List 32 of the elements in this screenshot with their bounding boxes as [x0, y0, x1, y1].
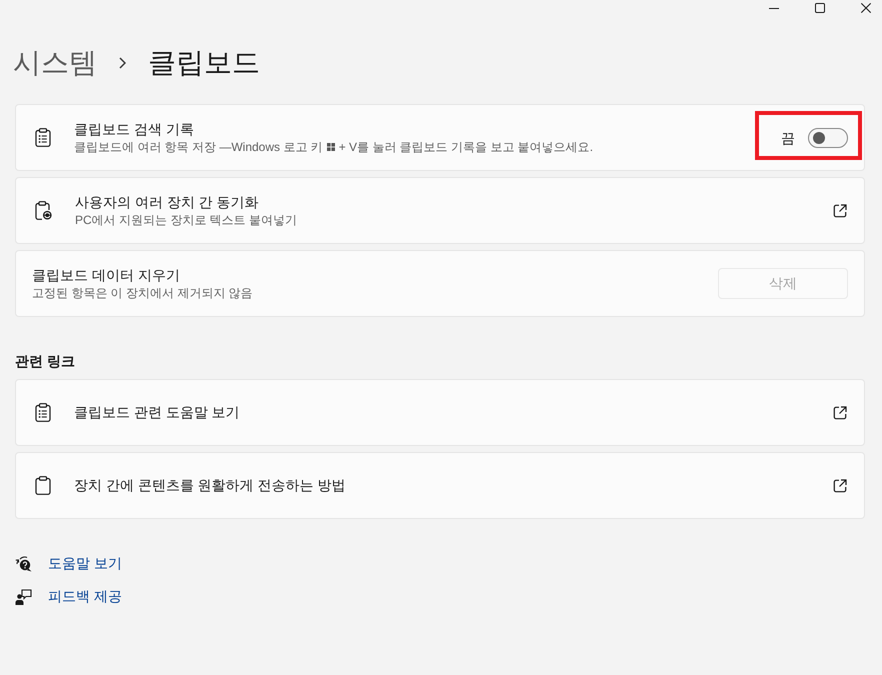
clipboard-list-icon — [35, 403, 51, 422]
external-link-icon — [833, 204, 847, 218]
setting-title: 사용자의 여러 장치 간 동기화 — [75, 193, 260, 212]
toggle-switch[interactable] — [808, 128, 848, 148]
link-title: 장치 간에 콘텐츠를 원활하게 전송하는 방법 — [74, 476, 346, 495]
clipboard-icon — [35, 476, 51, 495]
help-bubble-icon — [15, 556, 32, 572]
chevron-icon — [119, 57, 126, 69]
setting-description: + V를 눌러 클립보드 기록을 보고 붙여넣으세요. — [338, 139, 594, 155]
setting-description: 고정된 항목은 이 장치에서 제거되지 않음 — [32, 285, 253, 301]
footer-link[interactable]: 피드백 제공 — [48, 588, 122, 606]
windows-key-icon — [326, 143, 335, 151]
setting-title: 클립보드 데이터 지우기 — [32, 266, 181, 285]
footer-link[interactable]: 도움말 보기 — [48, 555, 122, 573]
setting-title: 클립보드 검색 기록 — [74, 120, 195, 139]
maximize-icon[interactable] — [815, 3, 825, 13]
external-link-icon — [833, 478, 847, 492]
breadcrumb-link[interactable]: 시스템 — [13, 45, 97, 81]
setting-card[interactable]: 사용자의 여러 장치 간 동기화 PC에서 지원되는 장치로 텍스트 붙여넣기 — [15, 177, 865, 244]
page-title: 클립보드 — [148, 46, 260, 80]
link-card[interactable]: 클립보드 관련 도움말 보기 — [15, 379, 865, 446]
external-link-icon — [833, 406, 847, 420]
clipboard-sync-icon — [35, 201, 52, 220]
setting-description: 클립보드에 여러 항목 저장 —Windows 로고 키 — [74, 139, 323, 155]
toggle-state-label: 끔 — [781, 128, 795, 148]
clipboard-list-icon — [35, 128, 51, 147]
close-icon[interactable] — [861, 3, 871, 13]
person-speech-icon — [15, 589, 32, 605]
link-card[interactable]: 장치 간에 콘텐츠를 원활하게 전송하는 방법 — [15, 452, 865, 519]
section-heading: 관련 링크 — [15, 352, 76, 371]
setting-description: PC에서 지원되는 장치로 텍스트 붙여넣기 — [75, 212, 298, 228]
link-title: 클립보드 관련 도움말 보기 — [74, 403, 240, 422]
